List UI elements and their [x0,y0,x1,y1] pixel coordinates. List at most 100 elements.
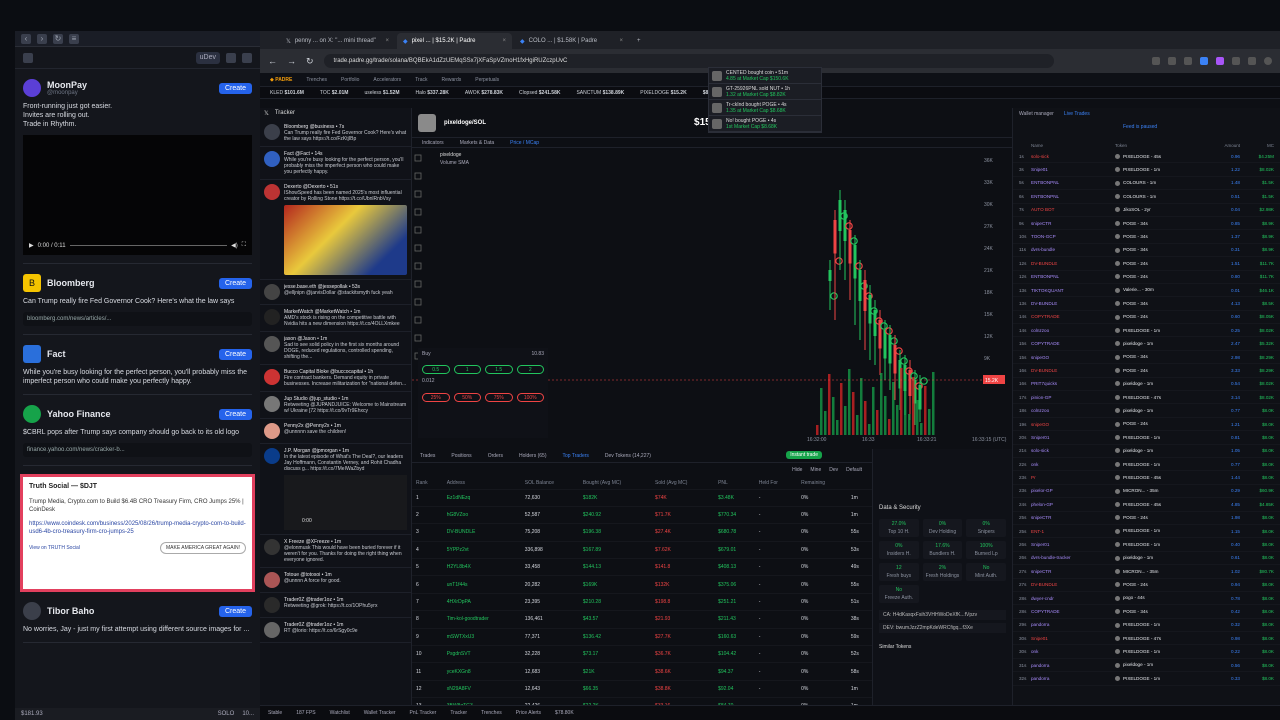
notification[interactable]: CENTED bought coin • 51m 4.85 at Market C… [709,68,821,84]
forward-icon[interactable]: → [287,56,296,66]
status-item[interactable]: 187 FPS [296,710,315,716]
truth-link[interactable]: https://www.coindesk.com/business/2025/0… [29,520,246,536]
trade-row[interactable]: 17s pinion-GP PIXELDOGE - 47s 3.14 $8.02K [1013,391,1280,405]
tab-positions[interactable]: Positions [451,453,471,459]
sell-percent-button[interactable]: 75% [485,393,513,402]
trade-row[interactable]: 12s DV-BUNDLE POGE - 24s 1.51 $11.7K [1013,257,1280,271]
extension-icon[interactable] [1232,57,1240,65]
trade-row[interactable]: 23s Pr PIXELDOGE - 45s 1.44 $8.0K [1013,471,1280,485]
trade-row[interactable]: 7s AUTO BOT JikoSOL - 2yr 0.04 $2.98K [1013,204,1280,217]
tab-wallet-manager[interactable]: Wallet manager [1019,111,1054,117]
new-tab-button[interactable]: + [631,33,651,49]
trade-row[interactable]: 16s PRIT7quicks pixeldoge - 1m 0.54 $8.02K [1013,378,1280,392]
tweet[interactable]: Penny2x @Penny2x • 1m @unnnnn save the ch… [260,419,411,444]
filter-mine[interactable]: Mine [810,467,821,473]
trade-row[interactable]: 32s pandorra PIXELDOGE - 1m 0.33 $8.0K [1013,672,1280,686]
tweet-video[interactable]: 0:00 [284,475,407,530]
ticker-item[interactable]: Halo $337.28K [416,90,449,96]
filter-default[interactable]: Default [846,467,862,473]
link-preview[interactable]: finance.yahoo.com/news/cracker-b... [23,443,252,457]
video-player[interactable]: ▶ 0:00 / 0:11 ◀) ⛶ [23,135,252,255]
trade-row[interactable]: 29s pandorra PIXELDOGE - 1m 0.32 $8.0K [1013,619,1280,633]
trade-row[interactable]: 14s colnzzoo PIXELDOGE - 1m 0.25 $8.02K [1013,324,1280,338]
trade-row[interactable]: 19s snipeGO POGE - 24s 1.21 $8.0K [1013,418,1280,432]
tweet[interactable]: Dexerto @Dexerto • 51s IShowSpeed has bee… [260,180,411,280]
ticker-item[interactable]: SANCTUM $138.89K [576,90,624,96]
tweet[interactable]: X Freeze @XFreeze • 1m @elonmusk This wou… [260,535,411,568]
back-icon[interactable]: ← [268,56,277,66]
volume-icon[interactable]: ◀) [231,242,238,249]
trade-row[interactable]: 6s ENTBONPNL COLOURS - 1m 0.51 $1.5K [1013,190,1280,204]
table-row[interactable]: 3 DV-BUNDLE 75,208 $196.38 $27.4K $680.78-0% 5… [412,523,872,542]
status-item[interactable]: Wallet Tracker [364,710,396,716]
browser-tab-active[interactable]: ◆ pixel ... | $15.2K | Padre × [397,33,512,49]
tweet[interactable]: MarketWatch @MarketWatch • 1m AMD's stock… [260,305,411,332]
indicators-button[interactable]: Indicators [422,140,444,146]
buy-amount-button[interactable]: 2 [516,365,544,374]
table-row[interactable]: 2 hG8VZoo 52,587 $240.92 $71.7K $770.34-0% 1m [412,505,872,524]
fullscreen-icon[interactable]: ⛶ [242,242,246,249]
tweet[interactable]: Bloomberg @business • 7s Can Trump really… [260,120,411,147]
sell-percent-button[interactable]: 25% [422,393,450,402]
status-item[interactable]: Trenches [481,710,502,716]
nav-item[interactable]: Accelerators [373,77,401,83]
table-row[interactable]: 11 yceKXGn8 12,683 $21K $38.6K $94.37-0% 58s [412,662,872,681]
trade-row[interactable]: 31s pandorra pixeldoge - 1m 0.56 $8.0K [1013,659,1280,673]
dev-address[interactable]: DEV: bwumJzzZ2mpKdeWRCfigq...f3Xe [879,623,1006,633]
sidebar-toggle-icon[interactable] [23,52,33,63]
close-icon[interactable]: × [502,38,506,44]
trade-row[interactable]: 14s COPYTRADE POGE - 24s 0.60 $8.05K [1013,311,1280,325]
create-button[interactable]: Create [218,605,252,617]
extension-icon[interactable] [1168,57,1176,65]
extension-icon[interactable] [1200,57,1208,65]
tab-trades[interactable]: Trades [420,453,435,459]
contract-address[interactable]: CA: H4dKasqxFsih3VHHWoDeXfK...fVpzv [879,610,1006,620]
profile-icon[interactable] [1264,57,1272,65]
trade-row[interactable]: 28s COPYTRADE POGE - 34s 0.42 $8.0K [1013,605,1280,619]
status-item[interactable]: Price Alerts [516,710,541,716]
tweet[interactable]: Totoue @totosoi • 1m @unnnn A force for g… [260,568,411,593]
trade-row[interactable]: 24s phelon-GP PIXELDOGE - 45s 4.85 $4.85K [1013,498,1280,512]
tab-holders[interactable]: Holders (65) [519,453,547,459]
notification[interactable]: Tr-ckInd bought POGE • 4s 1.35 at Market … [709,100,821,116]
maga-button[interactable]: MAKE AMERICA GREAT AGAIN! [159,542,246,554]
padre-logo[interactable]: ◆ PADRE [270,77,292,83]
markets-data-button[interactable]: Markets & Data [460,140,494,146]
table-row[interactable]: 133BW8gTG322,426$22.2K$33.16$84.70-0%1m [412,697,872,705]
menu-icon[interactable]: ≡ [69,33,79,44]
trade-row[interactable]: 25s snipeCTR POGE - 24s 1.98 $8.0K [1013,512,1280,525]
extension-icon[interactable] [1152,57,1160,65]
trade-row[interactable]: 21s solo-sick pixeldoge - 1m 1.05 $8.0K [1013,445,1280,458]
buy-amount-button[interactable]: 0.5 [422,365,450,374]
table-row[interactable]: 5 H2YL8b4X 33,458 $144.13 $141.8 $408.13-0% 49… [412,558,872,576]
trade-row[interactable]: 26s dvrs-bundle-tracker pixeldoge - 1m 0.61… [1013,552,1280,566]
trade-row[interactable]: 3s Snipe01 PIXELDOGE - 1m 1.22 $8.02K [1013,163,1280,177]
tweet[interactable]: Trader0Z @trader1oz • 1m RT @lorio: https… [260,618,411,643]
back-icon[interactable]: ‹ [21,33,31,44]
download-icon[interactable] [1248,57,1256,65]
tweet[interactable]: Trader0Z @trader1oz • 1m Retweeting @grok… [260,593,411,618]
ticker-item[interactable]: PIXELDOGE $15.2K [640,90,686,96]
extension-icon[interactable] [1216,57,1224,65]
trade-row[interactable]: 25s ENT-1 PIXELDOGE - 1m 1.15 $8.0K [1013,525,1280,539]
forward-icon[interactable]: › [37,33,47,44]
truth-view-link[interactable]: View on TRUTH Social [29,545,80,551]
ticker[interactable]: SOLO [218,711,235,717]
trade-row[interactable]: 16s DV-BUNDLE POGE - 24s 3.33 $8.29K [1013,364,1280,378]
browser-tab[interactable]: 𝕏penny ... on X: "... mini thread" × [280,33,395,49]
trade-row[interactable]: 18s colnzzoo pixeldoge - 1m 0.77 $8.0K [1013,404,1280,418]
create-button[interactable]: Create [218,277,252,289]
tweet-image[interactable] [284,205,407,275]
trade-row[interactable]: 10s TOON-GCP POGE - 34s 1.37 $8.9K [1013,230,1280,244]
sell-percent-button[interactable]: 50% [453,393,481,402]
trade-row[interactable]: 11s dvrs-bundle POGE - 34s 0.31 $8.9K [1013,244,1280,258]
table-row[interactable]: 8 Tim-kol-goodtrader 136,461 $43.57 $21.93 $2… [412,610,872,629]
nav-item[interactable]: Trenches [306,77,327,83]
filter-hide[interactable]: Hide [792,467,802,473]
tweet[interactable]: Bucco Capital Bloke @buccocapital • 1h Fi… [260,365,411,392]
trade-row[interactable]: 9s snipeCTR POGE - 34s 0.85 $8.9K [1013,217,1280,231]
slippage-field[interactable]: 0.012 [418,374,548,388]
tweet[interactable]: Fact @Fact • 14s While you're busy lookin… [260,147,411,180]
table-row[interactable]: 10 PsgdnSVT 32,228 $73.17 $36.7K $104.42-0% 52… [412,645,872,663]
status-item[interactable]: Tracker [450,710,467,716]
